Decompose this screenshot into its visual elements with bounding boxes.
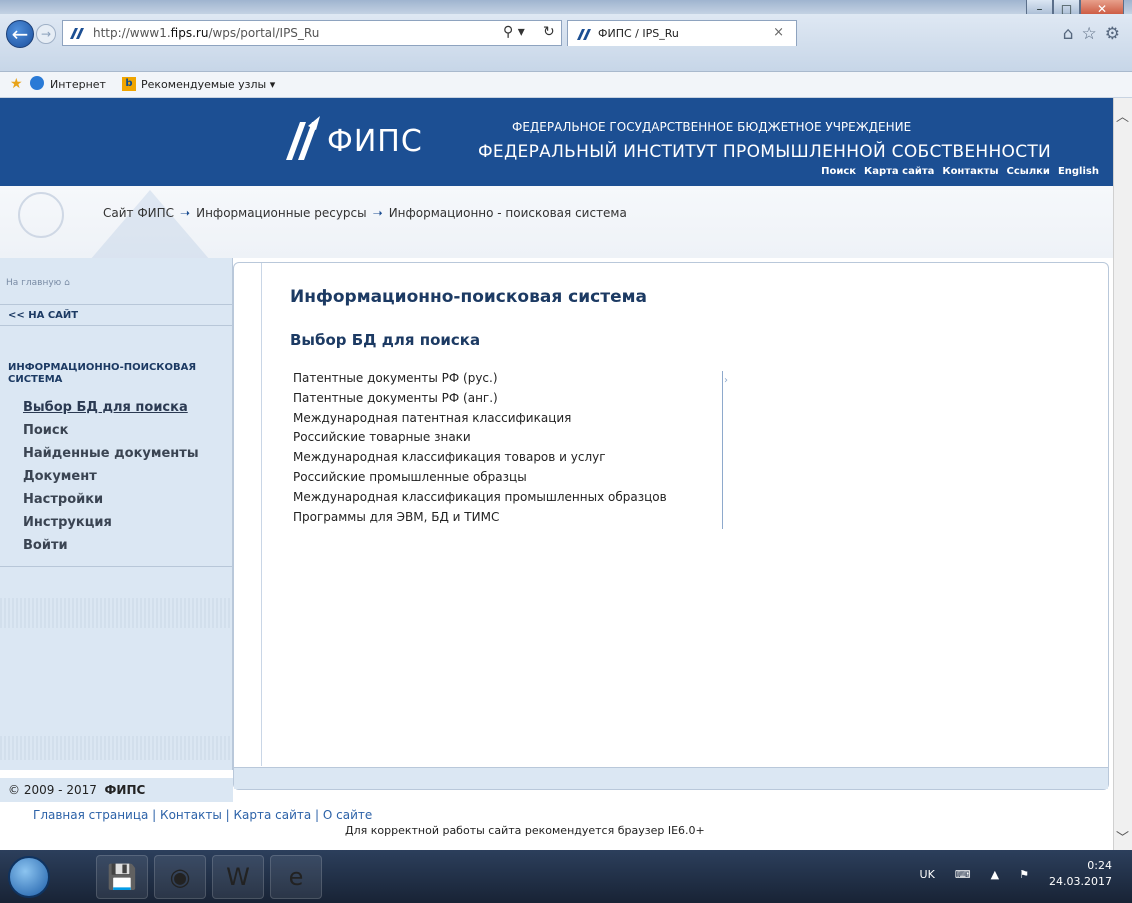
content-inner: Информационно-поисковая система Выбор БД… [261,263,1109,766]
copyright-bar: © 2009 - 2017 ФИПС [0,778,233,802]
footer-links[interactable]: Главная страница | Контакты | Карта сайт… [33,808,372,822]
page-title: Информационно-поисковая система [290,287,647,307]
sidebar-item-login[interactable]: Войти [0,534,232,557]
fips-favicon-icon [577,29,591,40]
fips-favicon-icon [70,28,84,39]
system-tray: UK ⌨ ▲ ⚑ 0:24 24.03.2017 [920,858,1112,890]
fips-logo-icon[interactable] [284,116,322,162]
database-link[interactable]: Российские промышленные образцы [293,470,716,490]
breadcrumb-area: Сайт ФИПС ➝ Информационные ресурсы ➝ Инф… [0,186,1113,260]
sidebar-item-found-documents[interactable]: Найденные документы [0,442,232,465]
address-bar[interactable]: http://www1.fips.ru/wps/portal/IPS_Ru ⚲ … [62,20,562,46]
database-link[interactable]: Российские товарные знаки [293,430,716,450]
browser-navbar: ← → http://www1.fips.ru/wps/portal/IPS_R… [0,14,1132,72]
breadcrumb-item[interactable]: Информационные ресурсы [196,206,367,220]
database-link[interactable]: Международная патентная классификация [293,411,716,431]
keyboard-icon: ⌨ [954,867,971,881]
favorites-bar: ★ Интернет b Рекомендуемые узлы ▾ [0,72,1132,98]
sidebar-decoration [0,736,232,760]
header-org-name: ФЕДЕРАЛЬНЫЙ ИНСТИТУТ ПРОМЫШЛЕННОЙ СОБСТВ… [478,142,1052,162]
sidebar-item-settings[interactable]: Настройки [0,488,232,511]
action-center-flag-icon[interactable]: ⚑ [1019,868,1029,881]
favorites-add-icon[interactable]: ★ [10,76,23,92]
chrome-icon[interactable]: ◉ [154,855,206,899]
sidebar-decoration [0,598,232,628]
database-list: Патентные документы РФ (рус.) Патентные … [293,371,723,530]
save-disk-icon[interactable]: 💾 [96,855,148,899]
window-titlebar: – □ ✕ [0,0,1132,20]
gear-icon[interactable]: ⚙ [1105,24,1120,44]
sidebar-item-instructions[interactable]: Инструкция [0,511,232,534]
copyright: © 2009 - 2017 ФИПС [8,783,146,797]
home-icon[interactable]: ⌂ [1063,24,1074,44]
header-org-type: ФЕДЕРАЛЬНОЕ ГОСУДАРСТВЕННОЕ БЮДЖЕТНОЕ УЧ… [512,120,912,134]
tab-close-icon[interactable]: × [773,25,784,40]
logo-text[interactable]: ФИПС [327,124,423,159]
database-link[interactable]: Программы для ЭВМ, БД и ТИМС [293,510,716,530]
ie-icon [30,76,44,90]
section-title: Выбор БД для поиска [290,331,481,349]
decorative-triangle [90,190,210,260]
database-link[interactable]: Патентные документы РФ (анг.) [293,391,716,411]
browser-tab[interactable]: ФИПС / IPS_Ru × [567,20,797,46]
breadcrumb: Сайт ФИПС ➝ Информационные ресурсы ➝ Инф… [103,206,627,220]
internet-explorer-icon[interactable]: e [270,855,322,899]
sidebar-back-to-site[interactable]: << НА САЙТ [0,304,232,326]
language-indicator[interactable]: UK [920,868,935,881]
header-link-contacts[interactable]: Контакты [942,166,998,177]
clock[interactable]: 0:24 24.03.2017 [1049,858,1112,890]
content-panel: Информационно-поисковая система Выбор БД… [233,262,1109,790]
back-button[interactable]: ← [6,20,34,48]
favorites-star-icon[interactable]: ☆ [1082,24,1097,44]
sidebar: На главную ⌂ << НА САЙТ ИНФОРМАЦИОННО-ПО… [0,258,233,770]
sidebar-item-document[interactable]: Документ [0,465,232,488]
search-icon[interactable]: ⚲ ▾ [503,24,525,40]
header-link-sitemap[interactable]: Карта сайта [864,166,934,177]
header-link-english[interactable]: English [1058,166,1099,177]
database-link[interactable]: Патентные документы РФ (рус.) [293,371,716,391]
emblem-icon [18,192,64,238]
favorite-internet[interactable]: Интернет [50,78,106,91]
breadcrumb-item[interactable]: Сайт ФИПС [103,206,174,220]
tab-title: ФИПС / IPS_Ru [598,27,679,40]
arrow-right-icon: ➝ [372,206,383,220]
sidebar-item-db-select[interactable]: Выбор БД для поиска [0,396,232,419]
address-url: http://www1.fips.ru/wps/portal/IPS_Ru [93,26,320,40]
header-link-links[interactable]: Ссылки [1007,166,1050,177]
windows-taskbar: 💾 ◉ W e UK ⌨ ▲ ⚑ 0:24 24.03.2017 [0,850,1132,903]
scroll-up-icon[interactable]: ︿ [1116,106,1129,125]
database-link[interactable]: Международная классификация товаров и ус… [293,450,716,470]
scroll-down-icon[interactable]: ﹀ [1116,827,1129,846]
header-links: Поиск Карта сайта Контакты Ссылки Englis… [821,166,1099,177]
sidebar-divider [0,566,232,567]
clock-time: 0:24 [1087,859,1112,872]
toolbar-icons: ⌂ ☆ ⚙ [1063,24,1120,44]
database-link[interactable]: Международная классификация промышленных… [293,490,716,510]
sidebar-section-title: ИНФОРМАЦИОННО-ПОИСКОВАЯ СИСТЕМА [8,362,197,385]
refresh-icon[interactable]: ↻ [543,24,555,40]
bing-icon: b [122,77,136,91]
breadcrumb-item[interactable]: Информационно - поисковая система [389,206,627,220]
list-chevron-icon: › [724,375,728,386]
home-icon: ⌂ [64,278,70,288]
header-link-search[interactable]: Поиск [821,166,856,177]
content-footer-strip [234,767,1108,789]
browser-recommendation-note: Для корректной работы сайта рекомендуетс… [345,824,705,837]
site-header: ФИПС ФЕДЕРАЛЬНОЕ ГОСУДАРСТВЕННОЕ БЮДЖЕТН… [0,98,1113,186]
tray-expand-icon[interactable]: ▲ [991,868,999,881]
vertical-scrollbar[interactable]: ︿ ﹀ [1113,98,1132,850]
sidebar-menu: Выбор БД для поиска Поиск Найденные доку… [0,396,232,557]
sidebar-home-link[interactable]: На главную ⌂ [6,278,70,288]
favorite-recommended-sites[interactable]: Рекомендуемые узлы ▾ [141,78,275,91]
forward-button[interactable]: → [36,24,56,44]
sidebar-back-label: << НА САЙТ [8,310,79,321]
start-button[interactable] [8,856,50,898]
clock-date: 24.03.2017 [1049,875,1112,888]
arrow-right-icon: ➝ [180,206,191,220]
word-icon[interactable]: W [212,855,264,899]
sidebar-item-search[interactable]: Поиск [0,419,232,442]
